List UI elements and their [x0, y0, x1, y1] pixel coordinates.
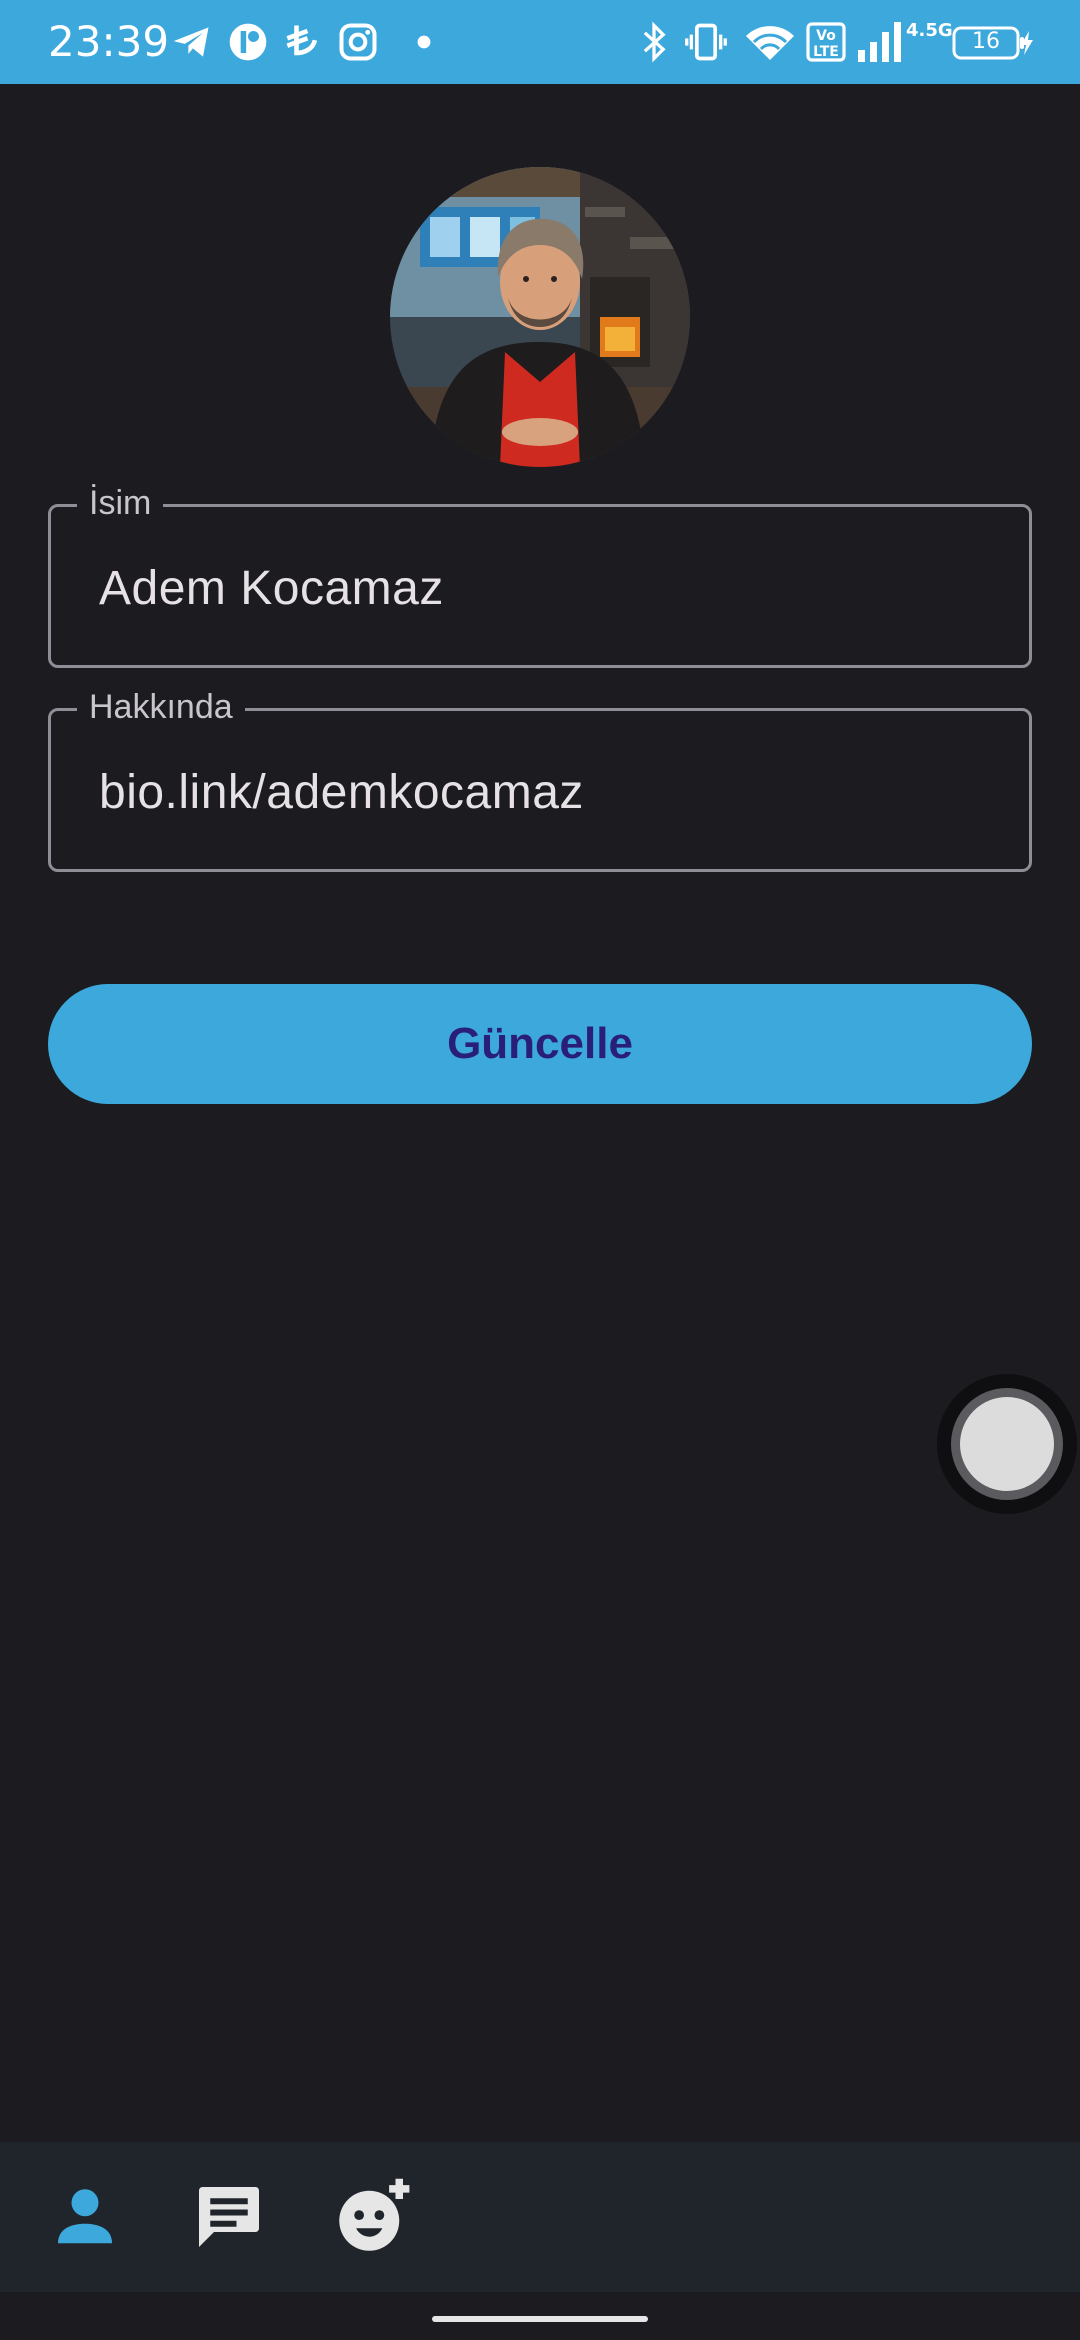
status-time: 23:39 — [48, 17, 170, 66]
volte-icon: Vo LTE — [806, 20, 846, 64]
network-type: 4.5G — [906, 20, 953, 41]
vibrate-icon — [684, 20, 728, 64]
battery-level: 16 — [972, 29, 1000, 54]
floating-assistive-button[interactable] — [937, 1374, 1077, 1514]
nav-item-profile[interactable] — [40, 2172, 130, 2262]
chat-icon — [199, 2187, 259, 2247]
bluetooth-icon — [636, 20, 672, 64]
nav-item-add-friend[interactable] — [328, 2172, 418, 2262]
about-input[interactable]: bio.link/ademkocamaz — [99, 765, 584, 821]
dot-icon — [412, 20, 436, 64]
battery-icon: 16 — [952, 26, 1026, 60]
bottom-navigation — [0, 2142, 1080, 2292]
add-face-icon — [339, 2178, 410, 2251]
profile-avatar[interactable] — [390, 167, 690, 467]
name-input[interactable]: Adem Kocamaz — [99, 561, 444, 617]
lira-icon — [280, 20, 324, 64]
update-button[interactable]: Güncelle — [48, 984, 1032, 1104]
app-icon — [226, 20, 270, 64]
svg-text:Vo: Vo — [816, 28, 836, 44]
instagram-icon — [336, 20, 380, 64]
home-indicator[interactable] — [432, 2316, 648, 2322]
telegram-icon — [170, 20, 214, 64]
status-bar: 23:39 Vo LTE 4.5G 16 — [0, 0, 1080, 84]
charging-icon — [1020, 30, 1034, 74]
name-field[interactable]: İsim Adem Kocamaz — [48, 481, 1032, 668]
wifi-icon — [744, 20, 796, 64]
signal-icon — [856, 20, 904, 64]
name-label: İsim — [77, 481, 164, 525]
about-label: Hakkında — [77, 685, 245, 729]
about-field[interactable]: Hakkında bio.link/ademkocamaz — [48, 685, 1032, 872]
svg-text:LTE: LTE — [813, 44, 839, 60]
floating-button-knob — [951, 1388, 1063, 1500]
person-icon — [58, 2189, 112, 2244]
nav-item-chats[interactable] — [184, 2172, 274, 2262]
